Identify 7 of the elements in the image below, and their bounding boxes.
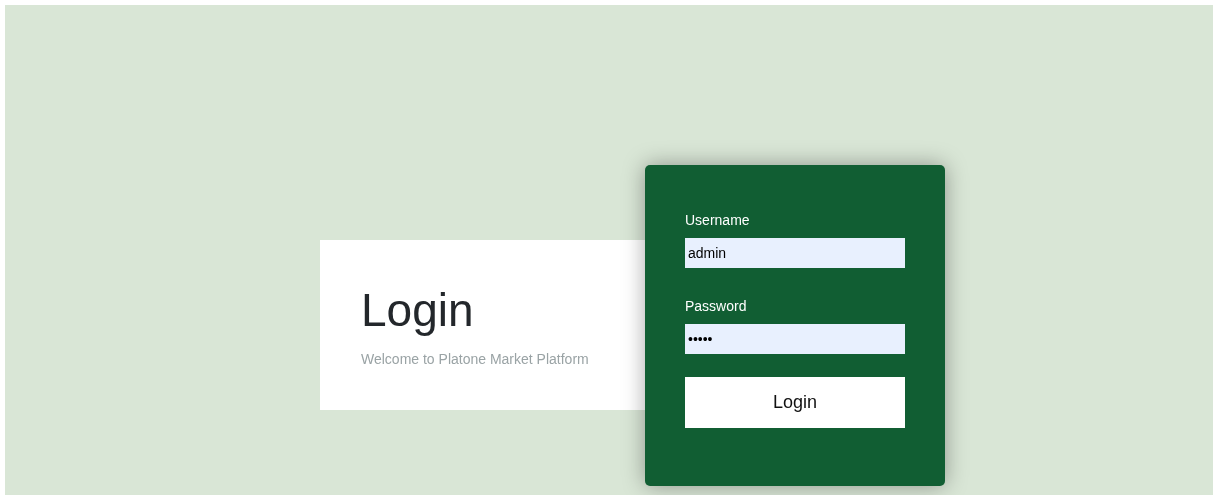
field-label: Username: [685, 212, 750, 229]
input-field[interactable]: admin: [685, 238, 905, 268]
input-field[interactable]: •••••: [685, 324, 905, 354]
login-button[interactable]: Login: [685, 377, 905, 428]
field-label: Password: [685, 298, 747, 315]
page-title: Login: [361, 284, 474, 336]
welcome-text: Welcome to Platone Market Platform: [361, 351, 589, 367]
